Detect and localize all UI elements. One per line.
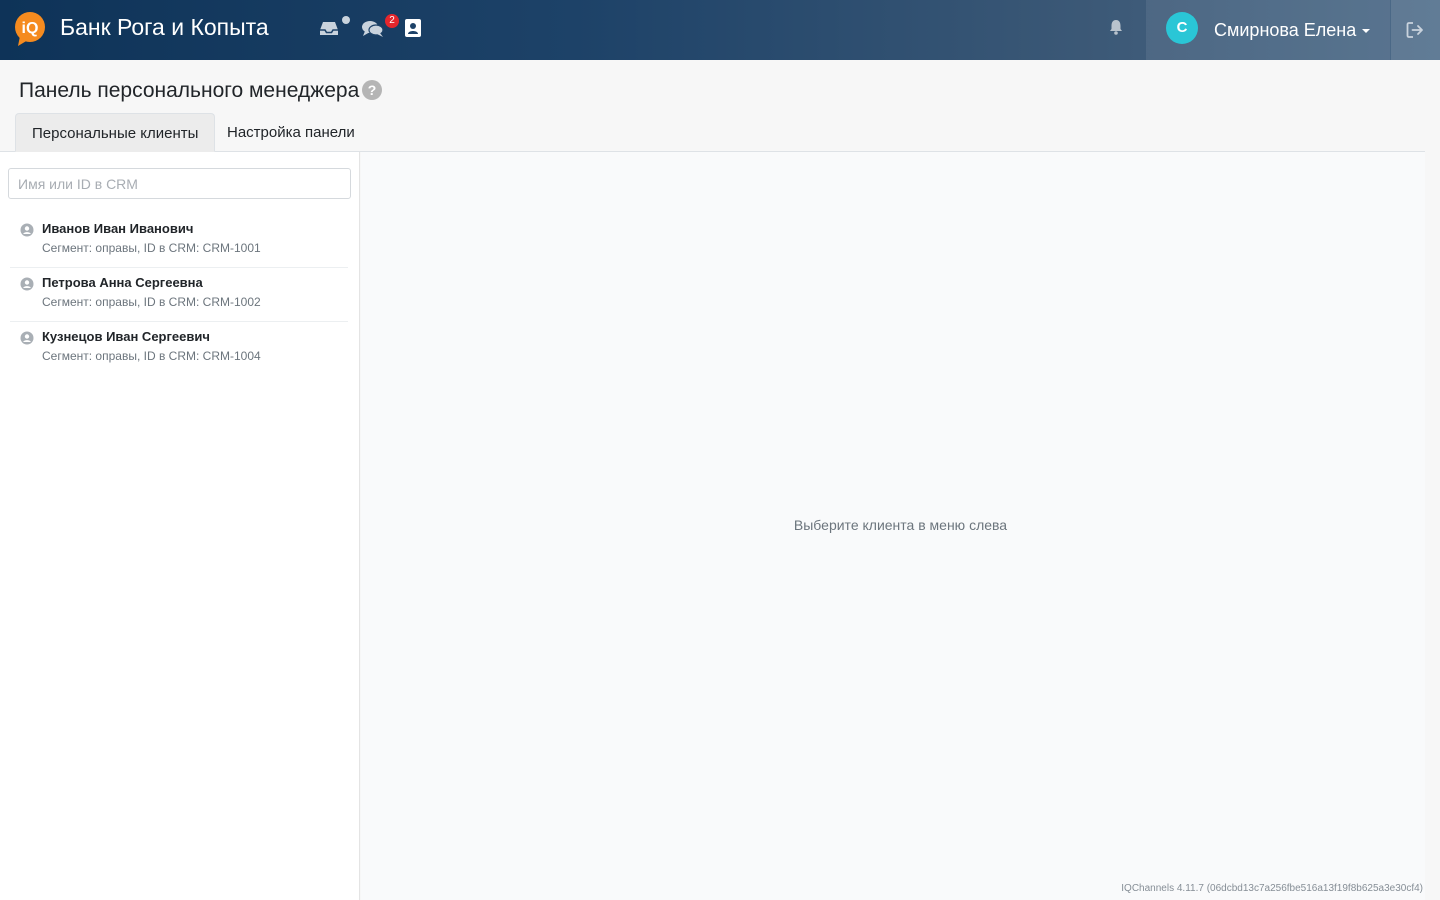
user-menu[interactable]: С Смирнова Елена [1146, 0, 1390, 60]
list-item[interactable]: Петрова Анна Сергеевна Сегмент: оправы, … [10, 268, 348, 322]
logout-button[interactable] [1391, 0, 1440, 60]
chats-icon[interactable] [360, 16, 386, 42]
client-details-panel: Выберите клиента в меню слева [361, 152, 1425, 900]
client-meta: Сегмент: оправы, ID в CRM: CRM-1001 [42, 241, 261, 255]
top-navbar: iQ Банк Рога и Копыта 2 С Смирнова Елена [0, 0, 1440, 60]
chats-count-badge: 2 [385, 14, 399, 28]
client-name: Петрова Анна Сергеевна [42, 275, 203, 290]
client-meta: Сегмент: оправы, ID в CRM: CRM-1004 [42, 349, 261, 363]
avatar: С [1166, 12, 1198, 44]
tab-personal-clients[interactable]: Персональные клиенты [15, 113, 216, 152]
brand-logo[interactable]: iQ [14, 11, 46, 47]
empty-state-message: Выберите клиента в меню слева [793, 517, 1008, 533]
user-circle-icon [20, 277, 34, 291]
client-name: Кузнецов Иван Сергеевич [42, 329, 210, 344]
bell-icon[interactable] [1106, 17, 1126, 37]
help-icon[interactable]: ? [362, 80, 382, 100]
search-input[interactable] [8, 168, 351, 199]
brand-name[interactable]: Банк Рога и Копыта [60, 13, 269, 41]
svg-text:iQ: iQ [22, 20, 39, 37]
client-name: Иванов Иван Иванович [42, 221, 194, 236]
clients-sidebar: Иванов Иван Иванович Сегмент: оправы, ID… [0, 152, 360, 900]
tab-panel-settings[interactable]: Настройка панели [211, 113, 371, 152]
client-meta: Сегмент: оправы, ID в CRM: CRM-1002 [42, 295, 261, 309]
user-circle-icon [20, 223, 34, 237]
inbox-status-dot [342, 16, 350, 24]
user-name: Смирнова Елена [1214, 20, 1357, 40]
version-info: IQChannels 4.11.7 (06dcbd13c7a256fbe516a… [1121, 883, 1423, 894]
chevron-down-icon [1362, 29, 1370, 33]
list-item[interactable]: Кузнецов Иван Сергеевич Сегмент: оправы,… [10, 322, 348, 376]
user-circle-icon [20, 331, 34, 345]
contacts-icon[interactable] [402, 16, 428, 42]
inbox-icon[interactable] [317, 16, 343, 42]
list-item[interactable]: Иванов Иван Иванович Сегмент: оправы, ID… [10, 214, 348, 268]
page-title: Панель персонального менеджера [19, 79, 360, 102]
logout-icon [1406, 22, 1423, 38]
